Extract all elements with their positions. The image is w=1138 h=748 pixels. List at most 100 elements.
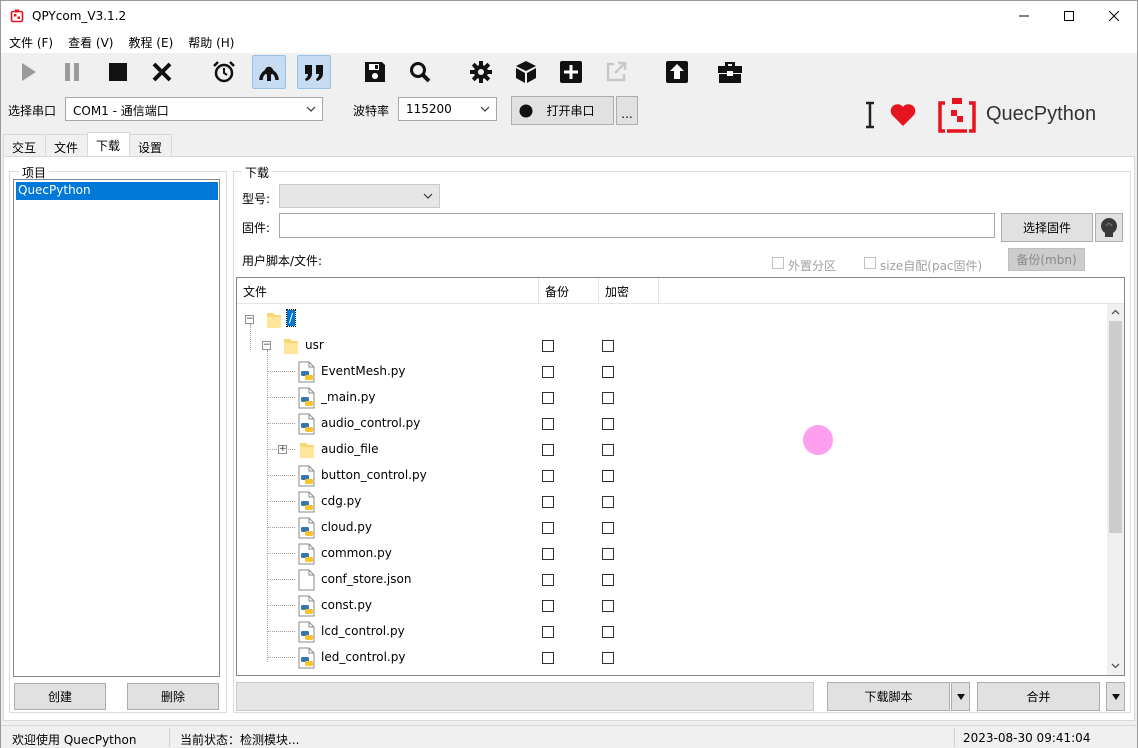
merge-options-button[interactable] [1106, 682, 1125, 711]
size-adapt-checkbox[interactable] [864, 257, 876, 269]
add-button[interactable] [554, 55, 588, 89]
upload-button[interactable] [660, 55, 694, 89]
file-tree[interactable]: 文件 备份 加密 − / − usr EventMesh.py _main.py audio… [236, 277, 1125, 676]
download-options-button[interactable] [951, 682, 970, 711]
backup-checkbox[interactable] [542, 574, 554, 586]
firmware-path-input[interactable] [279, 213, 995, 238]
user-files-label: 用户脚本/文件: [242, 254, 323, 268]
run-button[interactable] [11, 55, 45, 89]
encrypt-checkbox[interactable] [602, 340, 614, 352]
tree-row-file[interactable]: cdg.py [237, 488, 1107, 514]
encrypt-checkbox[interactable] [602, 366, 614, 378]
ext-partition-checkbox[interactable] [772, 257, 784, 269]
encrypt-checkbox[interactable] [602, 548, 614, 560]
hook-button[interactable] [252, 55, 286, 89]
backup-checkbox[interactable] [542, 652, 554, 664]
tree-row-file[interactable]: + audio_file [237, 436, 1107, 462]
maximize-button[interactable] [1046, 1, 1092, 31]
collapse-icon[interactable]: − [262, 341, 271, 350]
encrypt-checkbox[interactable] [602, 574, 614, 586]
baud-select[interactable]: 115200 [398, 97, 497, 121]
app-window: QPYcom_V3.1.2 文件 (F) 查看 (V) 教程 (E) 帮助 (H… [0, 0, 1138, 748]
tree-row-file[interactable]: common.py [237, 540, 1107, 566]
settings-button[interactable] [464, 55, 498, 89]
encrypt-checkbox[interactable] [602, 418, 614, 430]
backup-checkbox[interactable] [542, 496, 554, 508]
backup-checkbox[interactable] [542, 626, 554, 638]
tab-settings[interactable]: 设置 [129, 134, 173, 156]
export-button[interactable] [599, 55, 633, 89]
file-tree-scrollbar[interactable] [1107, 304, 1124, 675]
backup-checkbox[interactable] [542, 418, 554, 430]
tree-row-usr[interactable]: − usr [237, 332, 1107, 358]
tab-files[interactable]: 文件 [45, 134, 89, 156]
project-list[interactable]: QuecPython [13, 179, 220, 677]
encrypt-checkbox[interactable] [602, 600, 614, 612]
toolbar [1, 54, 1137, 92]
encrypt-checkbox[interactable] [602, 652, 614, 664]
delete-project-button[interactable]: 删除 [127, 683, 219, 710]
tree-row-file[interactable]: const.py [237, 592, 1107, 618]
tree-row-file[interactable]: led_control.py [237, 644, 1107, 670]
column-file[interactable]: 文件 [237, 278, 539, 304]
toolbox-button[interactable] [713, 55, 747, 89]
backup-mbn-button[interactable]: 备份(mbn) [1008, 248, 1085, 271]
backup-checkbox[interactable] [542, 366, 554, 378]
tab-download[interactable]: 下载 [87, 132, 131, 156]
backup-checkbox[interactable] [542, 522, 554, 534]
tree-row-file[interactable]: lcd_control.py [237, 618, 1107, 644]
stop-button[interactable] [101, 55, 135, 89]
close-window-button[interactable] [1091, 1, 1137, 31]
pause-button[interactable] [55, 55, 89, 89]
model-select[interactable] [279, 184, 440, 208]
search-button[interactable] [403, 55, 437, 89]
tab-interaction[interactable]: 交互 [3, 134, 47, 156]
select-firmware-button[interactable]: 选择固件 [1001, 213, 1093, 242]
collapse-icon[interactable]: − [245, 315, 254, 324]
port-select[interactable]: COM1 - 通信端口 [65, 97, 323, 121]
quote-button[interactable] [297, 55, 331, 89]
encrypt-checkbox[interactable] [602, 444, 614, 456]
encrypt-checkbox[interactable] [602, 496, 614, 508]
tree-row-root[interactable]: − / [237, 306, 1107, 332]
menu-help[interactable]: 帮助 (H) [180, 31, 241, 53]
backup-checkbox[interactable] [542, 600, 554, 612]
backup-checkbox[interactable] [542, 470, 554, 482]
backup-checkbox[interactable] [542, 548, 554, 560]
encrypt-checkbox[interactable] [602, 626, 614, 638]
encrypt-checkbox[interactable] [602, 522, 614, 534]
tree-row-file[interactable]: EventMesh.py [237, 358, 1107, 384]
scrollbar-thumb[interactable] [1109, 321, 1122, 533]
menu-file[interactable]: 文件 (F) [1, 31, 60, 53]
expand-icon[interactable]: + [278, 445, 287, 454]
create-project-button[interactable]: 创建 [14, 683, 106, 710]
menu-tutorial[interactable]: 教程 (E) [120, 31, 180, 53]
tree-row-file[interactable]: audio_control.py [237, 410, 1107, 436]
tree-row-file[interactable]: _main.py [237, 384, 1107, 410]
minimize-button[interactable] [1001, 1, 1047, 31]
menu-view[interactable]: 查看 (V) [60, 31, 120, 53]
encrypt-checkbox[interactable] [602, 470, 614, 482]
encrypt-checkbox[interactable] [602, 392, 614, 404]
backup-checkbox[interactable] [542, 340, 554, 352]
timer-button[interactable] [207, 55, 241, 89]
tree-row-file[interactable]: cloud.py [237, 514, 1107, 540]
progress-bar [236, 682, 814, 711]
hint-button[interactable] [1095, 213, 1123, 242]
tree-row-file[interactable]: conf_store.json [237, 566, 1107, 592]
download-script-button[interactable]: 下载脚本 [827, 682, 950, 711]
backup-checkbox[interactable] [542, 392, 554, 404]
open-port-button[interactable]: 打开串口 [511, 96, 614, 125]
backup-checkbox[interactable] [542, 444, 554, 456]
clear-button[interactable] [145, 55, 179, 89]
package-button[interactable] [509, 55, 543, 89]
tree-row-file[interactable]: button_control.py [237, 462, 1107, 488]
project-item[interactable]: QuecPython [16, 182, 218, 200]
column-encrypt[interactable]: 加密 [599, 278, 659, 304]
more-options-button[interactable]: ... [616, 96, 638, 125]
save-button[interactable] [358, 55, 392, 89]
touch-indicator [803, 425, 833, 455]
heart-icon [890, 104, 916, 126]
column-backup[interactable]: 备份 [539, 278, 599, 304]
merge-button[interactable]: 合并 [977, 682, 1100, 711]
